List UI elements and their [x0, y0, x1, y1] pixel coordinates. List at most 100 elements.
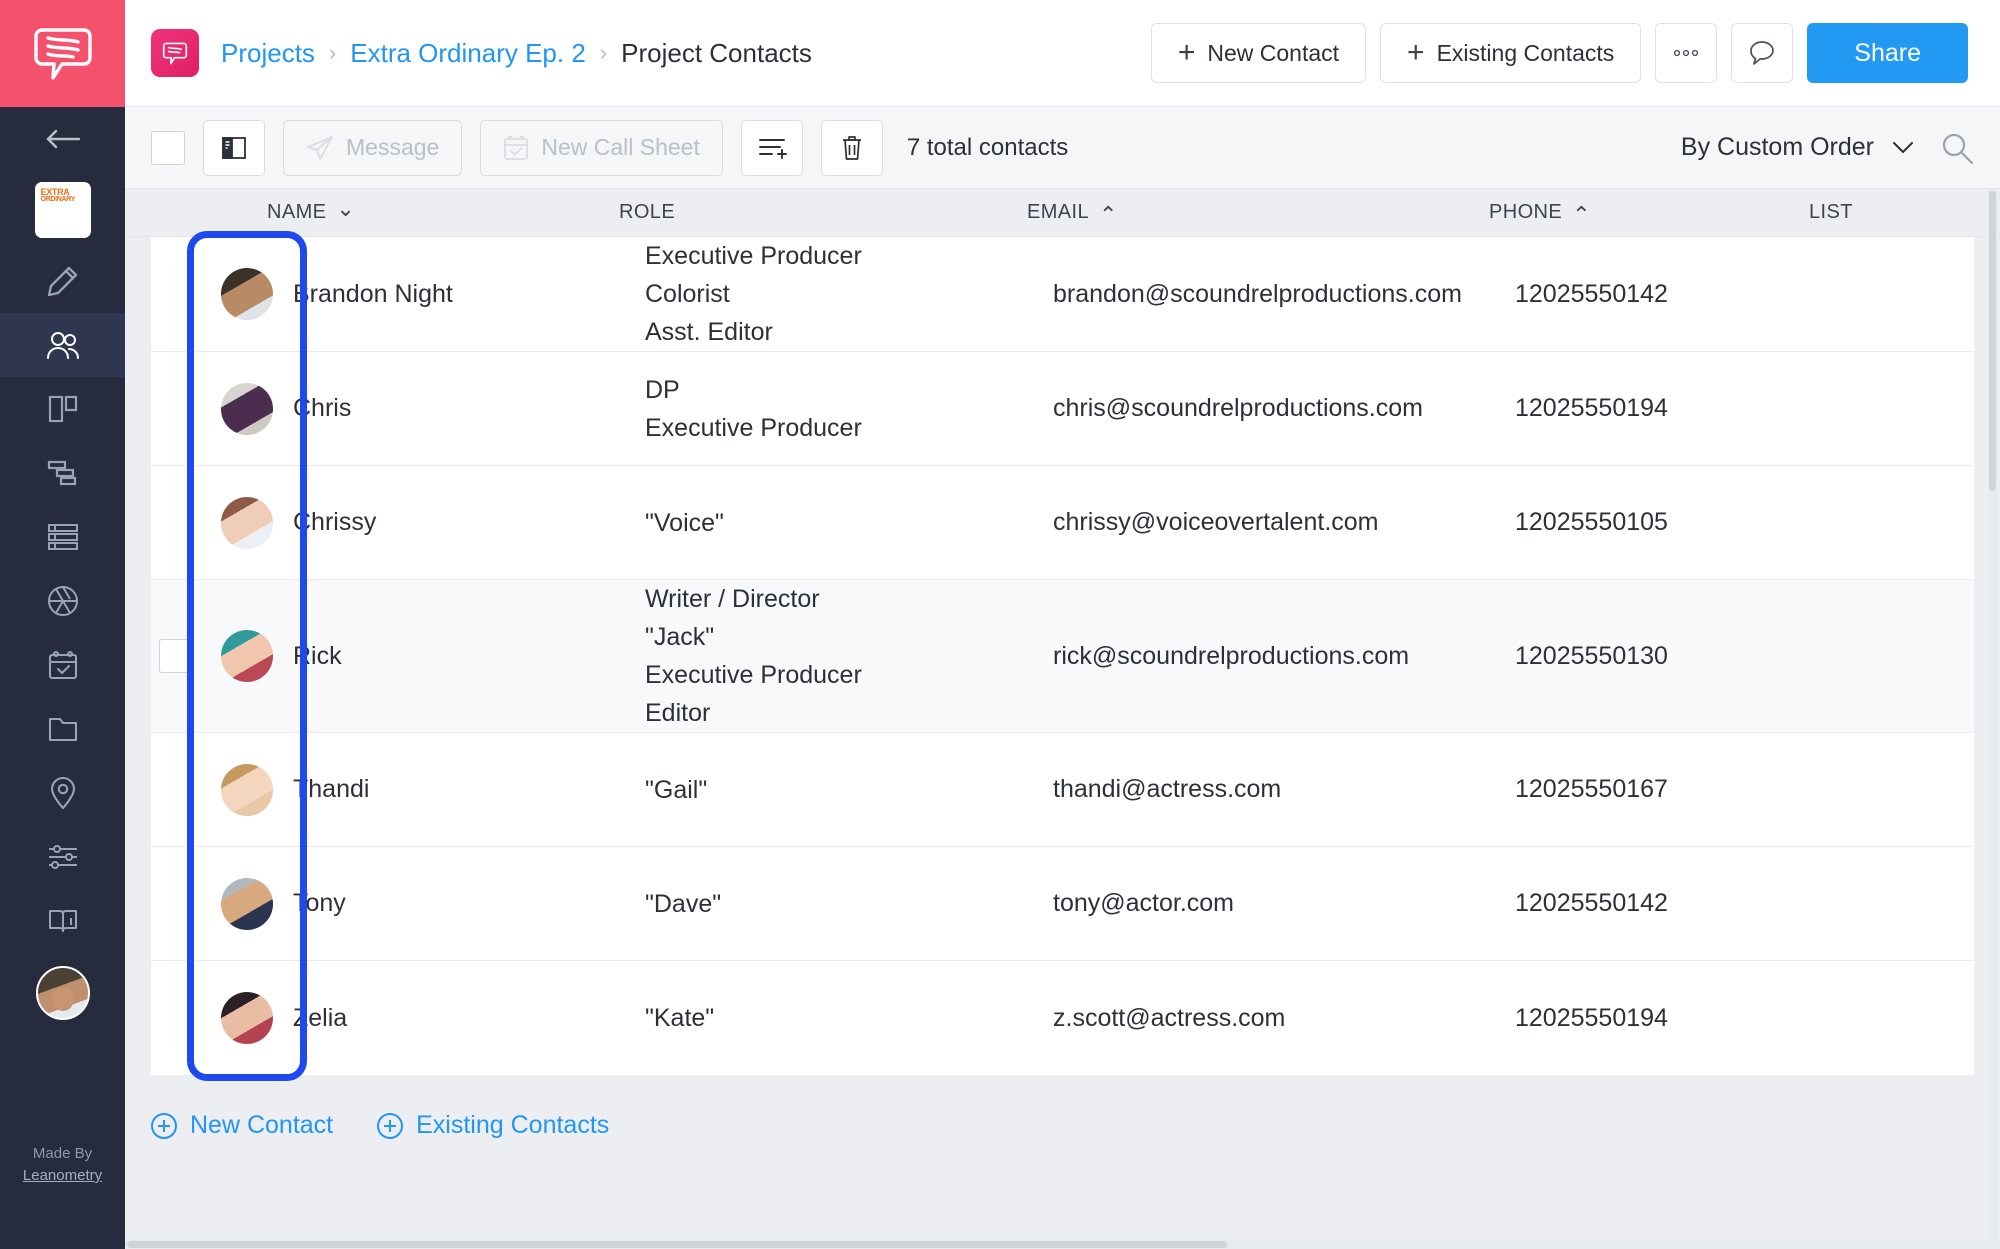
select-all-checkbox[interactable] [151, 130, 185, 165]
contacts-table: NAME ⌄ ROLE EMAIL ⌃ PHONE ⌃ LIST Brandon… [125, 189, 2000, 1249]
add-to-list-button[interactable] [740, 119, 803, 176]
row-avatar-cell [201, 496, 293, 549]
breadcrumb-projects[interactable]: Projects [221, 38, 315, 69]
row-avatar-cell [201, 268, 293, 320]
avatar [221, 877, 273, 930]
sidebar-item-shots[interactable] [0, 569, 125, 633]
role-line: Colorist [645, 280, 730, 308]
comment-bubble-icon [1750, 41, 1775, 65]
message-button[interactable]: Message [283, 119, 463, 176]
cell-name: Thandi [293, 775, 370, 803]
aperture-icon [47, 586, 78, 616]
role-line: "Gail" [645, 775, 708, 804]
column-header-name[interactable]: NAME ⌄ [267, 197, 619, 224]
sidebar-item-board[interactable] [0, 377, 125, 441]
avatar [221, 992, 273, 1044]
table-row[interactable]: Zelia "Kate" z.scott@actress.com 1202555… [151, 961, 1974, 1075]
table-row[interactable]: Chrissy "Voice" chrissy@voiceovertalent.… [151, 466, 1974, 580]
project-badge[interactable] [151, 29, 199, 77]
cell-phone: 12025550194 [1515, 394, 1668, 422]
cell-email: chris@scoundrelproductions.com [1053, 394, 1423, 422]
column-header-list-label: LIST [1809, 201, 1853, 223]
table-row[interactable]: Thandi "Gail" thandi@actress.com 1202555… [151, 733, 1974, 847]
sidebar-item-locations[interactable] [0, 761, 125, 825]
column-header-name-label: NAME [267, 201, 327, 223]
table-row[interactable]: Chris DP Executive Producer chris@scoundr… [151, 352, 1974, 466]
footer-existing-contacts-button[interactable]: Existing Contacts [377, 1111, 609, 1140]
contact-count: 7 total contacts [906, 133, 1069, 161]
trash-icon [842, 135, 861, 160]
cell-email: z.scott@actress.com [1053, 1003, 1286, 1032]
cell-list [1835, 641, 2000, 672]
row-checkbox[interactable] [159, 639, 193, 673]
back-arrow-icon [46, 129, 80, 149]
app-logo[interactable] [0, 0, 125, 107]
cell-role: "Gail" [645, 771, 1053, 809]
scroll-thumb[interactable] [1989, 191, 1996, 491]
sort-order-dropdown[interactable]: By Custom Order [1681, 133, 1914, 162]
share-button[interactable]: Share [1807, 23, 1968, 83]
project-thumbnail-image: EXTRA ORDINARY [34, 182, 91, 238]
column-header-role[interactable]: ROLE [619, 201, 1027, 224]
project-thumbnail[interactable]: EXTRA ORDINARY [0, 171, 125, 249]
avatar [221, 763, 273, 816]
sidebar-item-help[interactable] [0, 889, 125, 953]
scroll-thumb[interactable] [127, 1241, 1227, 1248]
cell-email: brandon@scoundrelproductions.com [1053, 279, 1462, 308]
page-header: Projects › Extra Ordinary Ep. 2 › Projec… [125, 0, 2000, 107]
more-options-button[interactable] [1655, 23, 1718, 83]
column-header-role-label: ROLE [619, 201, 676, 223]
existing-contacts-button[interactable]: + Existing Contacts [1380, 23, 1642, 83]
comments-button[interactable] [1731, 23, 1794, 83]
search-button[interactable] [1940, 131, 1974, 165]
column-header-list[interactable]: LIST [1809, 201, 2000, 224]
footer-new-contact-button[interactable]: New Contact [151, 1111, 333, 1140]
cell-name: Rick [293, 641, 342, 670]
sidebar-item-breakdown[interactable] [0, 505, 125, 569]
avatar [221, 268, 273, 320]
table-row[interactable]: Tony "Dave" tony@actor.com 12025550142 [151, 847, 1974, 961]
vertical-scrollbar[interactable] [1988, 189, 1997, 1249]
sidebar-item-schedule[interactable] [0, 441, 125, 505]
view-toggle-button[interactable] [203, 119, 265, 176]
app-root: EXTRA ORDINARY Made By Leanometry Projec… [0, 0, 2000, 1249]
sidebar-item-files[interactable] [0, 697, 125, 761]
sidebar-item-calendar[interactable] [0, 633, 125, 697]
plus-circle-icon [151, 1112, 177, 1139]
breadcrumb-separator: › [328, 40, 337, 65]
table-row[interactable]: Rick Writer / Director "Jack" Executive Pr… [151, 580, 1974, 733]
calendar-check-icon [504, 135, 529, 160]
role-line: Executive Producer [645, 242, 862, 270]
leanometry-link[interactable]: Leanometry [23, 1167, 102, 1184]
cell-name: Tony [293, 889, 346, 917]
cell-name: Chrissy [293, 508, 377, 536]
sidebar-item-edit[interactable] [0, 249, 125, 313]
column-header-email[interactable]: EMAIL ⌃ [1027, 201, 1489, 225]
role-line: "Kate" [645, 1004, 715, 1032]
new-contact-button[interactable]: + New Contact [1150, 23, 1367, 83]
rail-user-avatar[interactable] [0, 953, 125, 1033]
rail-back-button[interactable] [0, 107, 125, 171]
horizontal-scrollbar[interactable] [125, 1240, 2000, 1249]
new-call-sheet-label: New Call Sheet [541, 134, 700, 160]
contacts-icon [46, 332, 79, 359]
message-label: Message [346, 134, 440, 160]
row-avatar-cell [201, 630, 293, 682]
cell-phone: 12025550194 [1515, 1003, 1668, 1032]
column-header-phone[interactable]: PHONE ⌃ [1489, 201, 1809, 225]
role-line: "Jack" [645, 623, 715, 651]
sidebar-item-settings[interactable] [0, 825, 125, 889]
breadcrumb-project[interactable]: Extra Ordinary Ep. 2 [350, 38, 586, 69]
cell-role: DP Executive Producer [645, 371, 1053, 447]
page-title: Project Contacts [621, 37, 812, 68]
search-icon [1942, 133, 1974, 164]
table-row[interactable]: Brandon Night Executive Producer Colorist… [151, 237, 1974, 352]
delete-button[interactable] [820, 119, 883, 176]
row-select-cell[interactable] [151, 639, 201, 673]
new-call-sheet-button[interactable]: New Call Sheet [480, 119, 723, 176]
paper-plane-icon [307, 135, 333, 160]
location-pin-icon [50, 777, 75, 810]
sidebar-item-contacts[interactable] [0, 313, 125, 377]
avatar [221, 382, 273, 435]
column-header-phone-label: PHONE [1489, 201, 1563, 223]
